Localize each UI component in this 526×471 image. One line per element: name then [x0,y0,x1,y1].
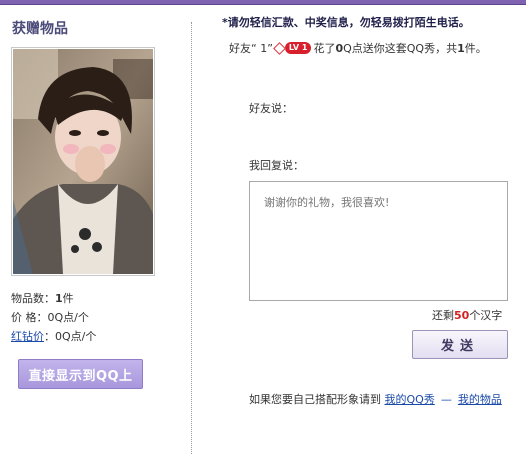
remaining-chars: 还剩50个汉字 [432,309,503,322]
red-diamond-icon [273,41,286,55]
red-diamond-link[interactable]: 红钻价 [11,330,44,343]
direct-show-button[interactable]: 直接显示到QQ上 [18,359,143,389]
my-reply-label: 我回复说： [249,159,304,172]
section-title: 获赠物品 [12,21,68,37]
red-diamond-price: 红钻价：0Q点/个 [11,330,97,343]
security-warning: *请勿轻信汇款、中奖信息，勿轻易拨打陌生电话。 [222,16,470,29]
reply-textarea[interactable] [249,181,508,301]
bottom-note: 如果您要自己搭配形象请到 我的QQ秀 — 我的物品 [249,393,502,406]
my-qqshow-link[interactable]: 我的QQ秀 [385,393,435,406]
my-items-link[interactable]: 我的物品 [458,393,502,406]
gift-avatar-image [11,47,155,276]
gift-message-line: 好友“ 1” LV 1 花了 0 Q点送你这套QQ秀，共 1 件。 [229,41,487,56]
level-badge: LV 1 [273,41,312,55]
avatar-photo [13,49,153,274]
friend-says-label: 好友说： [249,102,293,115]
item-price: 价 格：0Q点/个 [11,311,89,324]
item-count: 物品数：1件 [11,292,74,305]
send-button[interactable]: 发送 [412,330,508,359]
panel-divider [191,22,192,454]
